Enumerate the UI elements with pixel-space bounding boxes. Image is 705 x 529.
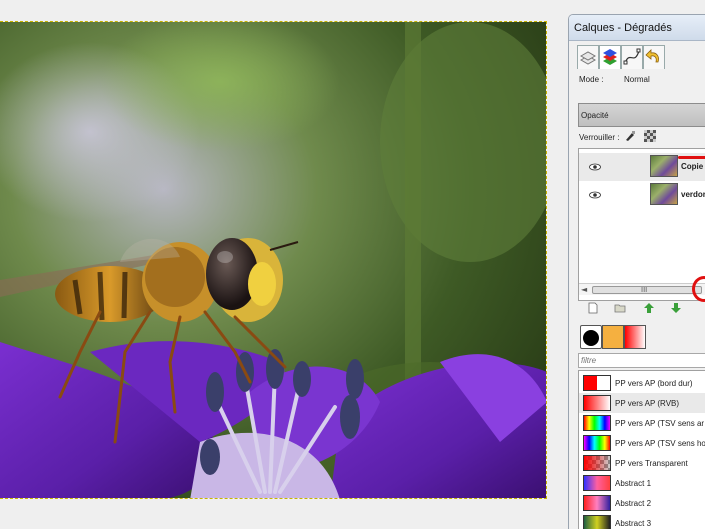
layer-tools-bar [578, 302, 705, 316]
lock-pixels-brush-icon[interactable] [624, 130, 636, 142]
layers-list: Copie verdor [578, 148, 705, 301]
eye-icon[interactable] [589, 190, 601, 200]
lower-layer-icon[interactable] [669, 302, 683, 314]
tab-undo-history-icon[interactable] [643, 45, 665, 69]
opacity-slider[interactable]: Opacité [578, 103, 705, 127]
gradient-item[interactable]: PP vers AP (RVB) [579, 393, 705, 413]
gradient-label: Abstract 2 [615, 499, 652, 508]
layers-horizontal-scrollbar[interactable]: ◄ III [579, 283, 705, 295]
gradient-swatch [583, 375, 611, 391]
mode-select[interactable]: Normal [624, 75, 650, 84]
tab-paths-icon[interactable] [621, 45, 643, 69]
eye-icon[interactable] [589, 162, 601, 172]
gradient-label: PP vers AP (TSV sens ho [615, 439, 705, 448]
gradient-item[interactable]: PP vers AP (bord dur) [579, 373, 705, 393]
layer-thumbnail [650, 155, 678, 177]
mode-label: Mode : [579, 75, 604, 84]
opacity-label: Opacité [581, 111, 609, 120]
gradient-label: Abstract 3 [615, 519, 652, 528]
gradient-swatch [583, 395, 611, 411]
layer-name[interactable]: Copie [681, 162, 703, 171]
gradient-swatch [583, 415, 611, 431]
gradient-filter-field[interactable] [578, 353, 705, 368]
gradient-label: PP vers AP (RVB) [615, 399, 680, 408]
gradient-dock-tabs [578, 325, 705, 349]
lock-label: Verrouiller : [579, 133, 620, 142]
tab-brush-icon[interactable] [580, 325, 602, 349]
new-layer-icon[interactable] [586, 302, 600, 314]
scrollbar-grip: III [641, 286, 648, 294]
gradient-swatch [583, 495, 611, 511]
tab-layers-icon[interactable] [577, 45, 599, 69]
gradient-filter-input[interactable] [579, 354, 705, 367]
dock-tab-bar [575, 45, 705, 69]
gradient-item[interactable]: Abstract 2 [579, 493, 705, 513]
new-group-icon[interactable] [613, 302, 627, 314]
raise-layer-icon[interactable] [642, 302, 656, 314]
dock-title: Calques - Dégradés [574, 22, 672, 34]
image-canvas[interactable] [0, 21, 547, 499]
photo-hoverfly-on-flower [0, 22, 546, 498]
gradient-swatch [583, 515, 611, 529]
gradient-item[interactable]: PP vers Transparent [579, 453, 705, 473]
gradient-item[interactable]: PP vers AP (TSV sens ho [579, 433, 705, 453]
tab-patterns-icon[interactable] [602, 325, 624, 349]
gradient-item[interactable]: PP vers AP (TSV sens ar [579, 413, 705, 433]
gradient-swatch [583, 475, 611, 491]
gradient-label: PP vers AP (bord dur) [615, 379, 693, 388]
tab-channels-icon[interactable] [599, 45, 621, 69]
layers-gradients-dock: Calques - Dégradés Mode : Normal Opacité… [568, 14, 705, 529]
gradient-item[interactable]: Abstract 3 [579, 513, 705, 529]
scroll-left-arrow-icon[interactable]: ◄ [581, 285, 587, 294]
gradient-label: PP vers Transparent [615, 459, 688, 468]
gradient-item[interactable]: Abstract 1 [579, 473, 705, 493]
layer-thumbnail [650, 183, 678, 205]
scrollbar-thumb[interactable]: III [592, 286, 702, 294]
gradient-swatch [583, 435, 611, 451]
dock-titlebar[interactable]: Calques - Dégradés [569, 15, 705, 41]
tab-gradients-icon[interactable] [624, 325, 646, 349]
layer-row-verdor[interactable]: verdor [579, 181, 705, 209]
gradient-swatch [583, 455, 611, 471]
lock-alpha-checker-icon[interactable] [644, 130, 656, 142]
red-annotation-underline [678, 156, 705, 159]
gradient-label: PP vers AP (TSV sens ar [615, 419, 705, 428]
layer-name[interactable]: verdor [681, 190, 705, 199]
gradient-label: Abstract 1 [615, 479, 652, 488]
gradients-list: PP vers AP (bord dur) PP vers AP (RVB) PP … [578, 370, 705, 529]
